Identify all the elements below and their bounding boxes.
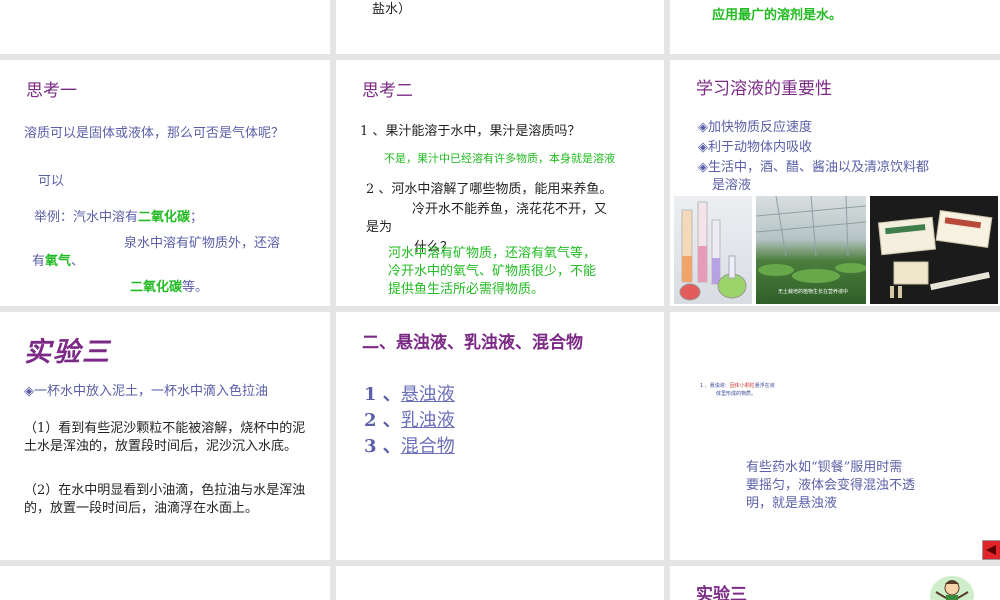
link-row[interactable]: 3 、混合物: [364, 432, 455, 458]
highlight-oxygen: 氧气: [45, 254, 72, 269]
slide-2[interactable]: 盐水）: [336, 0, 664, 54]
answer-2a: 河水中溶有矿物质，还溶有氧气等，: [388, 246, 597, 261]
example-prefix: 举例：汽水中溶有: [34, 210, 139, 225]
slide-12[interactable]: 实验三: [670, 566, 1000, 600]
answer-text: 可以: [38, 174, 65, 189]
oxygen-line: 有氧气、: [32, 250, 84, 269]
body-line-2: 要摇匀，液体会变得混浊不透: [746, 478, 916, 493]
slide-3[interactable]: 应用最广的溶剂是水。: [670, 0, 1000, 54]
oxygen-suffix: 、: [71, 254, 85, 269]
slide-6[interactable]: 学习溶液的重要性 ◈加快物质反应速度 ◈利于动物体内吸收 ◈生活中，酒、醋、酱油…: [670, 60, 1000, 306]
medicine-photo: [870, 196, 998, 304]
slide-1[interactable]: [0, 0, 330, 54]
question-2c: 是为: [366, 220, 393, 235]
oxygen-prefix: 有: [32, 254, 46, 269]
question-2a: 2 、河水中溶解了哪些物质，能用来养鱼。: [366, 182, 613, 197]
slide-3-text: 应用最广的溶剂是水。: [712, 8, 843, 23]
spring-line: 泉水中溶有矿物质外，还溶: [124, 236, 281, 251]
slide-11[interactable]: [336, 566, 664, 600]
link-number: 3 、: [364, 436, 401, 457]
slide-8[interactable]: 二、悬浊液、乳浊液、混合物 1 、悬浊液 2 、乳浊液 3 、混合物: [336, 312, 664, 560]
highlight-co2: 二氧化碳: [138, 210, 191, 225]
example-line: 举例：汽水中溶有二氧化碳；: [34, 206, 203, 225]
question-2b: 冷开水不能养鱼，浇花花不开，又: [412, 202, 608, 217]
photo-caption: 无土栽培的植物生长在营养液中: [778, 289, 849, 295]
link-emulsion[interactable]: 乳浊液: [401, 410, 455, 431]
list-item: ◈生活中，酒、醋、酱油以及清凉饮料都: [698, 160, 930, 175]
slide-10[interactable]: [0, 566, 330, 600]
example-suffix: ；: [190, 210, 204, 225]
bullet-diamond-icon: ◈: [698, 120, 708, 135]
link-row[interactable]: 2 、乳浊液: [364, 406, 455, 432]
greenhouse-photo: 无土栽培的植物生长在营养液中: [756, 196, 866, 304]
slide-title: 实验三: [24, 337, 111, 368]
slide-title: 学习溶液的重要性: [696, 79, 832, 99]
slide-title: 二、悬浊液、乳浊液、混合物: [362, 333, 583, 353]
link-mixture[interactable]: 混合物: [401, 436, 455, 457]
slide-title: 实验三: [696, 585, 747, 600]
list-item: ◈加快物质反应速度: [698, 120, 813, 135]
link-number: 1 、: [364, 384, 401, 405]
list-item: ◈一杯水中放入泥土，一杯水中滴入色拉油: [24, 384, 269, 399]
highlight-co2-2: 二氧化碳: [130, 280, 183, 295]
body-line-1: 有些药水如“钡餐”服用时需: [746, 460, 903, 475]
bullet-diamond-icon: ◈: [24, 384, 34, 399]
list-item: ◈利于动物体内吸收: [698, 140, 813, 155]
answer-1: 不是，果汁中已经溶有许多物质，本身就是溶液: [384, 152, 615, 165]
paragraph-1: （1）看到有些泥沙颗粒不能被溶解，烧杯中的泥土水是浑浊的，放置段时间后，泥沙沉入…: [24, 421, 306, 454]
slide-2-text: 盐水）: [372, 2, 412, 17]
tiny-definition-2: 体里形成的物质。: [716, 391, 757, 397]
slide-title: 思考二: [362, 81, 413, 101]
co2-line: 二氧化碳等。: [130, 276, 208, 295]
link-number: 2 、: [364, 410, 401, 431]
cartoon-scientist-icon: [928, 572, 976, 600]
answer-2c: 提供鱼生活所必需得物质。: [388, 282, 545, 297]
body-line-3: 明，就是悬浊液: [746, 496, 838, 511]
link-suspension[interactable]: 悬浊液: [401, 384, 455, 405]
question-text: 溶质可以是固体或液体，那么可否是气体呢？: [24, 126, 285, 141]
bullet-diamond-icon: ◈: [698, 160, 708, 175]
back-arrow-icon[interactable]: [982, 540, 1000, 560]
slide-9[interactable]: 1 、悬浊液：固体小颗粒悬浮在液 体里形成的物质。 有些药水如“钡餐”服用时需 …: [670, 312, 1000, 560]
glassware-photo: [674, 196, 752, 304]
tiny-definition: 1 、悬浊液：固体小颗粒悬浮在液: [700, 383, 775, 389]
slide-4[interactable]: 思考一 溶质可以是固体或液体，那么可否是气体呢？ 可以 举例：汽水中溶有二氧化碳…: [0, 60, 330, 306]
question-1: 1 、果汁能溶于水中，果汁是溶质吗？: [360, 124, 581, 139]
paragraph-2: （2）在水中明显看到小油滴，色拉油与水是浑浊的，放置一段时间后，油滴浮在水面上。: [24, 483, 306, 516]
co2-suffix: 等。: [182, 280, 209, 295]
answer-2b: 冷开水中的氧气、矿物质很少，不能: [388, 264, 597, 279]
bullet-diamond-icon: ◈: [698, 140, 708, 155]
slide-5[interactable]: 思考二 1 、果汁能溶于水中，果汁是溶质吗？ 不是，果汁中已经溶有许多物质，本身…: [336, 60, 664, 306]
list-item-continued: 是溶液: [712, 178, 752, 193]
slide-title: 思考一: [26, 81, 77, 101]
slide-7[interactable]: 实验三 ◈一杯水中放入泥土，一杯水中滴入色拉油 （1）看到有些泥沙颗粒不能被溶解…: [0, 312, 330, 560]
link-row[interactable]: 1 、悬浊液: [364, 380, 455, 406]
